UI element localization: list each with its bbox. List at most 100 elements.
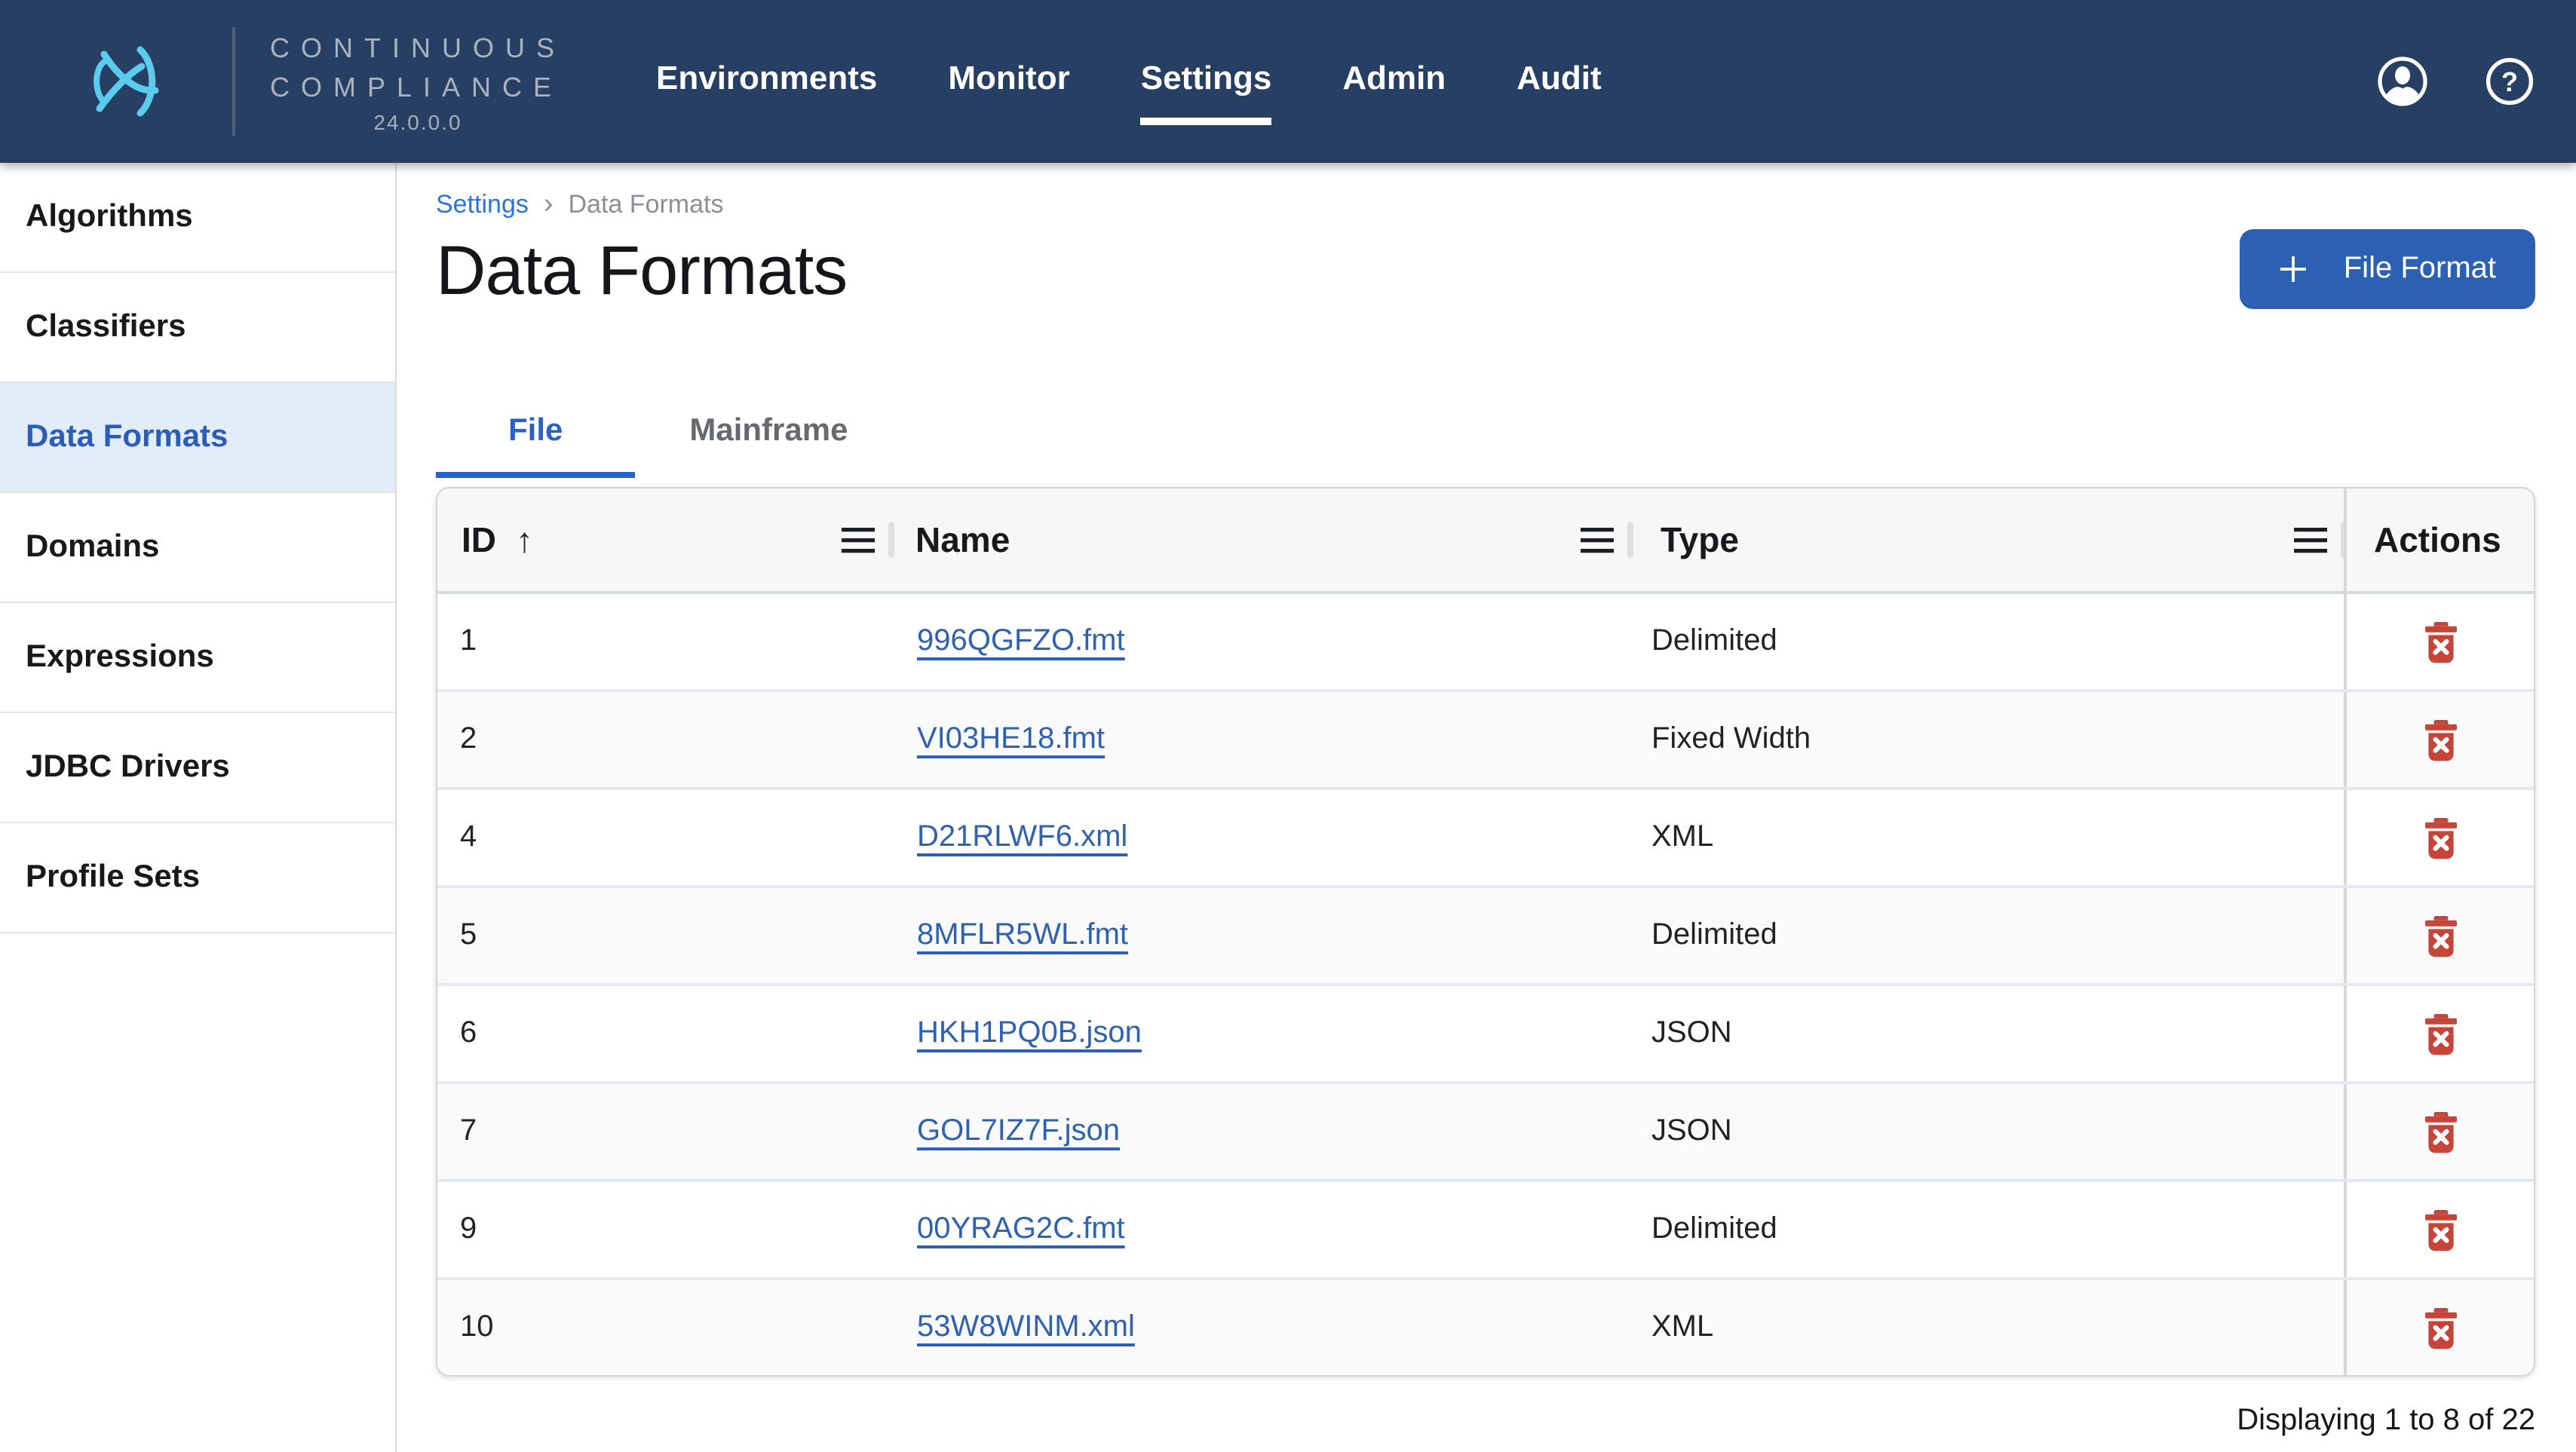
delete-icon[interactable] bbox=[2420, 1107, 2461, 1156]
add-button-label: File Format bbox=[2344, 252, 2496, 286]
column-header-name[interactable]: Name bbox=[894, 489, 1633, 591]
sidebar-item-data-formats[interactable]: Data Formats bbox=[0, 383, 395, 493]
format-name-link[interactable]: 53W8WINM.xml bbox=[917, 1310, 1135, 1345]
pagination-status: Displaying 1 to 8 of 22 bbox=[436, 1404, 2535, 1438]
plus-icon bbox=[2279, 255, 2308, 283]
brand-line1: CONTINUOUS bbox=[270, 29, 566, 68]
column-menu-icon[interactable] bbox=[2294, 527, 2327, 553]
row-type-cell: XML bbox=[1633, 790, 2347, 885]
sidebar-item-expressions[interactable]: Expressions bbox=[0, 603, 395, 713]
sidebar-item-domains[interactable]: Domains bbox=[0, 493, 395, 603]
row-actions-cell bbox=[2344, 594, 2534, 689]
table-row: 10 53W8WINM.xml XML bbox=[437, 1277, 2534, 1375]
row-id-cell: 9 bbox=[437, 1182, 894, 1277]
nav-item-audit[interactable]: Audit bbox=[1516, 53, 1601, 110]
app-window: CONTINUOUS COMPLIANCE 24.0.0.0 Environme… bbox=[0, 0, 2576, 1452]
svg-text:?: ? bbox=[2501, 66, 2518, 97]
table-row: 2 VI03HE18.fmt Fixed Width bbox=[437, 689, 2534, 787]
sidebar-item-jdbc-drivers[interactable]: JDBC Drivers bbox=[0, 713, 395, 823]
format-name-link[interactable]: GOL7IZ7F.json bbox=[917, 1114, 1120, 1149]
row-type-cell: XML bbox=[1633, 1280, 2347, 1375]
delete-icon[interactable] bbox=[2420, 1303, 2461, 1352]
format-name-link[interactable]: D21RLWF6.xml bbox=[917, 820, 1127, 855]
tab-mainframe[interactable]: Mainframe bbox=[635, 384, 902, 478]
column-header-id[interactable]: ID ↑ bbox=[437, 489, 894, 591]
title-row: Data Formats File Format bbox=[436, 229, 2535, 309]
sidebar-item-algorithms[interactable]: Algorithms bbox=[0, 163, 395, 273]
row-name-cell: HKH1PQ0B.json bbox=[894, 986, 1633, 1081]
row-id-cell: 1 bbox=[437, 594, 894, 689]
format-name-link[interactable]: 8MFLR5WL.fmt bbox=[917, 918, 1128, 953]
row-actions-cell bbox=[2344, 1280, 2534, 1375]
delete-icon[interactable] bbox=[2420, 1009, 2461, 1058]
row-actions-cell bbox=[2344, 1084, 2534, 1179]
row-id-cell: 5 bbox=[437, 888, 894, 983]
nav-icons: ? bbox=[2377, 56, 2534, 107]
delete-icon[interactable] bbox=[2420, 813, 2461, 862]
nav-item-settings[interactable]: Settings bbox=[1141, 53, 1272, 110]
breadcrumb: Settings › Data Formats bbox=[436, 187, 2535, 223]
column-menu-icon[interactable] bbox=[1581, 527, 1614, 553]
user-icon[interactable] bbox=[2377, 56, 2428, 107]
row-actions-cell bbox=[2344, 888, 2534, 983]
row-type-cell: JSON bbox=[1633, 1084, 2347, 1179]
table-row: 1 996QGFZO.fmt Delimited bbox=[437, 594, 2534, 689]
column-header-type[interactable]: Type bbox=[1633, 489, 2347, 591]
row-name-cell: 8MFLR5WL.fmt bbox=[894, 888, 1633, 983]
delphix-logo-icon bbox=[54, 44, 193, 119]
brand-version: 24.0.0.0 bbox=[270, 110, 566, 134]
format-tabs: FileMainframe bbox=[436, 384, 2535, 478]
breadcrumb-settings-link[interactable]: Settings bbox=[436, 190, 529, 220]
brand: CONTINUOUS COMPLIANCE 24.0.0.0 bbox=[0, 0, 566, 163]
table-row: 7 GOL7IZ7F.json JSON bbox=[437, 1081, 2534, 1179]
row-type-cell: Delimited bbox=[1633, 1182, 2347, 1277]
delete-icon[interactable] bbox=[2420, 715, 2461, 764]
brand-text: CONTINUOUS COMPLIANCE 24.0.0.0 bbox=[270, 29, 566, 134]
row-name-cell: VI03HE18.fmt bbox=[894, 692, 1633, 787]
column-resize-handle[interactable] bbox=[888, 522, 894, 558]
brand-divider bbox=[232, 27, 235, 136]
row-name-cell: 996QGFZO.fmt bbox=[894, 594, 1633, 689]
nav-item-admin[interactable]: Admin bbox=[1342, 53, 1446, 110]
table-row: 4 D21RLWF6.xml XML bbox=[437, 787, 2534, 885]
row-actions-cell bbox=[2344, 1182, 2534, 1277]
main-content: Settings › Data Formats Data Formats Fil… bbox=[397, 163, 2576, 1452]
row-actions-cell bbox=[2344, 986, 2534, 1081]
row-type-cell: Fixed Width bbox=[1633, 692, 2347, 787]
nav-item-monitor[interactable]: Monitor bbox=[948, 53, 1069, 110]
breadcrumb-current: Data Formats bbox=[569, 190, 724, 220]
page-title: Data Formats bbox=[436, 231, 847, 307]
format-name-link[interactable]: HKH1PQ0B.json bbox=[917, 1016, 1142, 1051]
settings-sidebar: AlgorithmsClassifiersData FormatsDomains… bbox=[0, 163, 397, 1452]
nav-item-environments[interactable]: Environments bbox=[656, 53, 877, 110]
format-name-link[interactable]: 996QGFZO.fmt bbox=[917, 624, 1125, 659]
column-header-actions: Actions bbox=[2344, 489, 2534, 591]
format-name-link[interactable]: VI03HE18.fmt bbox=[917, 722, 1105, 757]
sidebar-item-profile-sets[interactable]: Profile Sets bbox=[0, 823, 395, 933]
row-type-cell: Delimited bbox=[1633, 594, 2347, 689]
tab-file[interactable]: File bbox=[436, 384, 635, 478]
table-body: 1 996QGFZO.fmt Delimited 2 VI03HE18.fmt … bbox=[437, 594, 2534, 1375]
row-id-cell: 10 bbox=[437, 1280, 894, 1375]
row-name-cell: 00YRAG2C.fmt bbox=[894, 1182, 1633, 1277]
sidebar-item-classifiers[interactable]: Classifiers bbox=[0, 273, 395, 383]
data-formats-table: ID ↑ Name bbox=[436, 487, 2535, 1377]
delete-icon[interactable] bbox=[2420, 1205, 2461, 1254]
add-file-format-button[interactable]: File Format bbox=[2240, 229, 2535, 309]
row-id-cell: 2 bbox=[437, 692, 894, 787]
help-icon[interactable]: ? bbox=[2486, 57, 2534, 106]
row-name-cell: D21RLWF6.xml bbox=[894, 790, 1633, 885]
chevron-right-icon: › bbox=[544, 189, 554, 221]
delete-icon[interactable] bbox=[2420, 617, 2461, 666]
table-row: 6 HKH1PQ0B.json JSON bbox=[437, 983, 2534, 1081]
main-nav: Environments Monitor Settings Admin Audit bbox=[656, 53, 1602, 110]
sort-asc-icon[interactable]: ↑ bbox=[516, 519, 533, 560]
row-id-cell: 4 bbox=[437, 790, 894, 885]
row-actions-cell bbox=[2344, 790, 2534, 885]
column-resize-handle[interactable] bbox=[1627, 522, 1633, 558]
top-navbar: CONTINUOUS COMPLIANCE 24.0.0.0 Environme… bbox=[0, 0, 2576, 163]
format-name-link[interactable]: 00YRAG2C.fmt bbox=[917, 1212, 1125, 1247]
delete-icon[interactable] bbox=[2420, 911, 2461, 960]
column-menu-icon[interactable] bbox=[842, 527, 875, 553]
row-name-cell: 53W8WINM.xml bbox=[894, 1280, 1633, 1375]
